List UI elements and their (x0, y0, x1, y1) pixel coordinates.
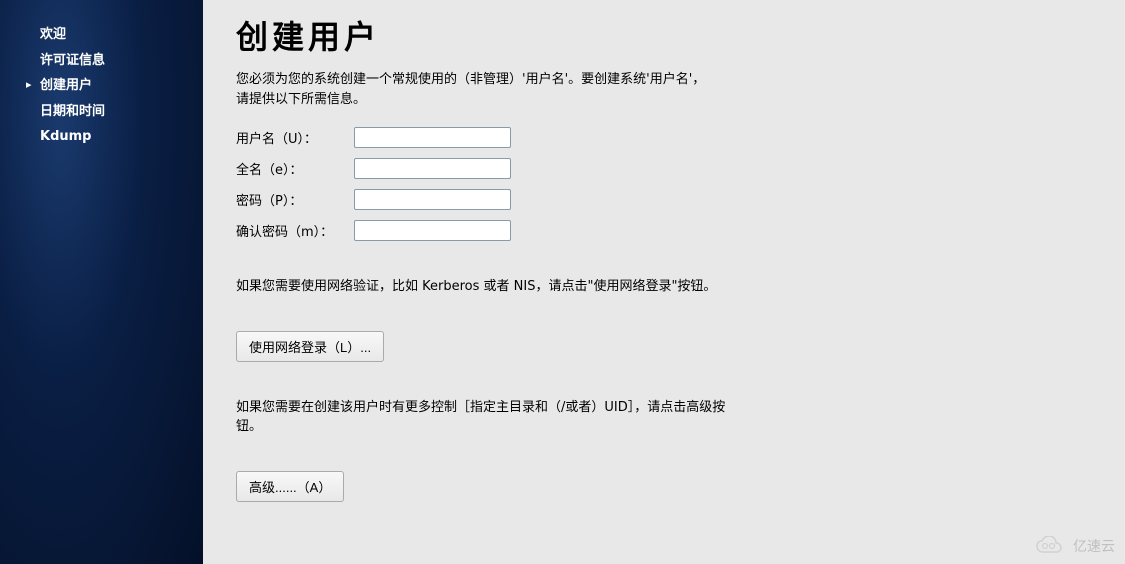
form-row-confirm: 确认密码（m）： (236, 220, 1095, 241)
sidebar-item-label: 日期和时间 (40, 104, 105, 119)
page-title: 创建用户 (236, 12, 1095, 58)
cloud-icon (1035, 536, 1067, 556)
sidebar-item-datetime[interactable]: 日期和时间 (0, 99, 203, 125)
form-row-username: 用户名（U）： (236, 127, 1095, 148)
watermark: 亿速云 (1035, 536, 1115, 556)
confirm-password-input[interactable] (354, 220, 511, 241)
page-description: 您必须为您的系统创建一个常规使用的（非管理）'用户名'。要创建系统'用户名'，请… (236, 70, 711, 109)
password-label: 密码（P）： (236, 190, 354, 209)
fullname-input[interactable] (354, 158, 511, 179)
sidebar-item-welcome[interactable]: 欢迎 (0, 22, 203, 48)
network-login-info: 如果您需要使用网络验证，比如 Kerberos 或者 NIS，请点击"使用网络登… (236, 277, 736, 297)
advanced-info: 如果您需要在创建该用户时有更多控制［指定主目录和（/或者）UID］，请点击高级按… (236, 398, 736, 437)
main-content: 创建用户 您必须为您的系统创建一个常规使用的（非管理）'用户名'。要创建系统'用… (203, 0, 1125, 564)
fullname-label: 全名（e）： (236, 159, 354, 178)
network-login-button[interactable]: 使用网络登录（L）... (236, 331, 384, 362)
sidebar-item-label: 许可证信息 (40, 53, 105, 68)
sidebar-item-label: 欢迎 (40, 27, 66, 42)
advanced-button[interactable]: 高级......（A） (236, 471, 344, 502)
password-input[interactable] (354, 189, 511, 210)
watermark-text: 亿速云 (1073, 536, 1115, 556)
sidebar-item-license[interactable]: 许可证信息 (0, 48, 203, 74)
username-input[interactable] (354, 127, 511, 148)
sidebar-item-kdump[interactable]: Kdump (0, 124, 203, 150)
username-label: 用户名（U）： (236, 128, 354, 147)
sidebar: 欢迎 许可证信息 创建用户 日期和时间 Kdump (0, 0, 203, 564)
sidebar-item-label: 创建用户 (40, 78, 92, 93)
sidebar-item-label: Kdump (40, 129, 92, 144)
confirm-password-label: 确认密码（m）： (236, 221, 354, 240)
sidebar-item-create-user[interactable]: 创建用户 (0, 73, 203, 99)
form-row-password: 密码（P）： (236, 189, 1095, 210)
form-row-fullname: 全名（e）： (236, 158, 1095, 179)
